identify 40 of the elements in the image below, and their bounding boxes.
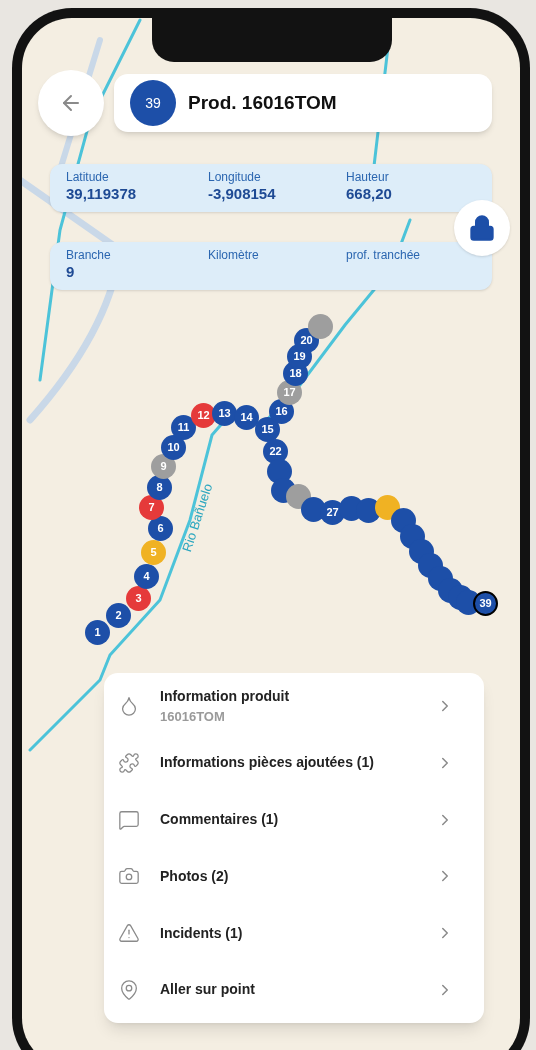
map-marker[interactable]: 39 <box>473 591 498 616</box>
map-pin-icon <box>118 979 140 1001</box>
field-label: prof. tranchée <box>346 248 422 263</box>
map-marker[interactable]: 11 <box>171 415 196 440</box>
field-label: Latitude <box>66 170 110 185</box>
menu-item[interactable]: Aller sur point <box>104 965 484 1015</box>
puzzle-icon <box>118 751 140 774</box>
map-marker[interactable]: 4 <box>134 564 159 589</box>
menu-item-title: Incidents (1) <box>160 923 244 943</box>
map-marker[interactable]: 2 <box>106 603 131 628</box>
map-marker[interactable]: 6 <box>148 516 173 541</box>
header-title: Prod. 16016TOM <box>188 90 337 115</box>
menu-item[interactable]: Commentaires (1) <box>104 794 484 845</box>
menu-item[interactable]: Information produit 16016TOM <box>104 681 484 731</box>
field-value: -3,908154 <box>208 185 277 203</box>
field-label: Kilomètre <box>208 248 260 263</box>
field-value: 9 <box>66 263 76 281</box>
menu-item-title: Aller sur point <box>160 980 256 1000</box>
field-value: 39,119378 <box>66 185 138 203</box>
field-label: Longitude <box>208 170 262 185</box>
point-number-badge: 39 <box>130 80 176 126</box>
map-marker[interactable]: 14 <box>234 405 259 430</box>
map-marker[interactable]: 1 <box>85 620 110 645</box>
warning-icon <box>118 922 140 945</box>
speech-bubble-icon <box>118 808 140 831</box>
map-marker[interactable]: 13 <box>212 401 237 426</box>
map-marker[interactable]: 3 <box>126 586 151 611</box>
menu-item[interactable]: Incidents (1) <box>104 908 484 959</box>
menu-item-title: Informations pièces ajoutées (1) <box>160 753 375 773</box>
field-value: 668,20 <box>346 185 393 203</box>
menu-item-title: Photos (2) <box>160 866 230 886</box>
menu-item-title: Information produit <box>160 686 291 706</box>
field-label: Branche <box>66 248 112 263</box>
menu-item-title: Commentaires (1) <box>160 810 280 830</box>
menu-item-subtitle: 16016TOM <box>160 707 226 726</box>
lock-icon <box>468 214 496 242</box>
menu-item[interactable]: Photos (2) <box>104 851 484 902</box>
field-label: Hauteur <box>346 170 390 185</box>
menu-item[interactable]: Informations pièces ajoutées (1) <box>104 737 484 788</box>
lock-button[interactable] <box>454 200 510 256</box>
